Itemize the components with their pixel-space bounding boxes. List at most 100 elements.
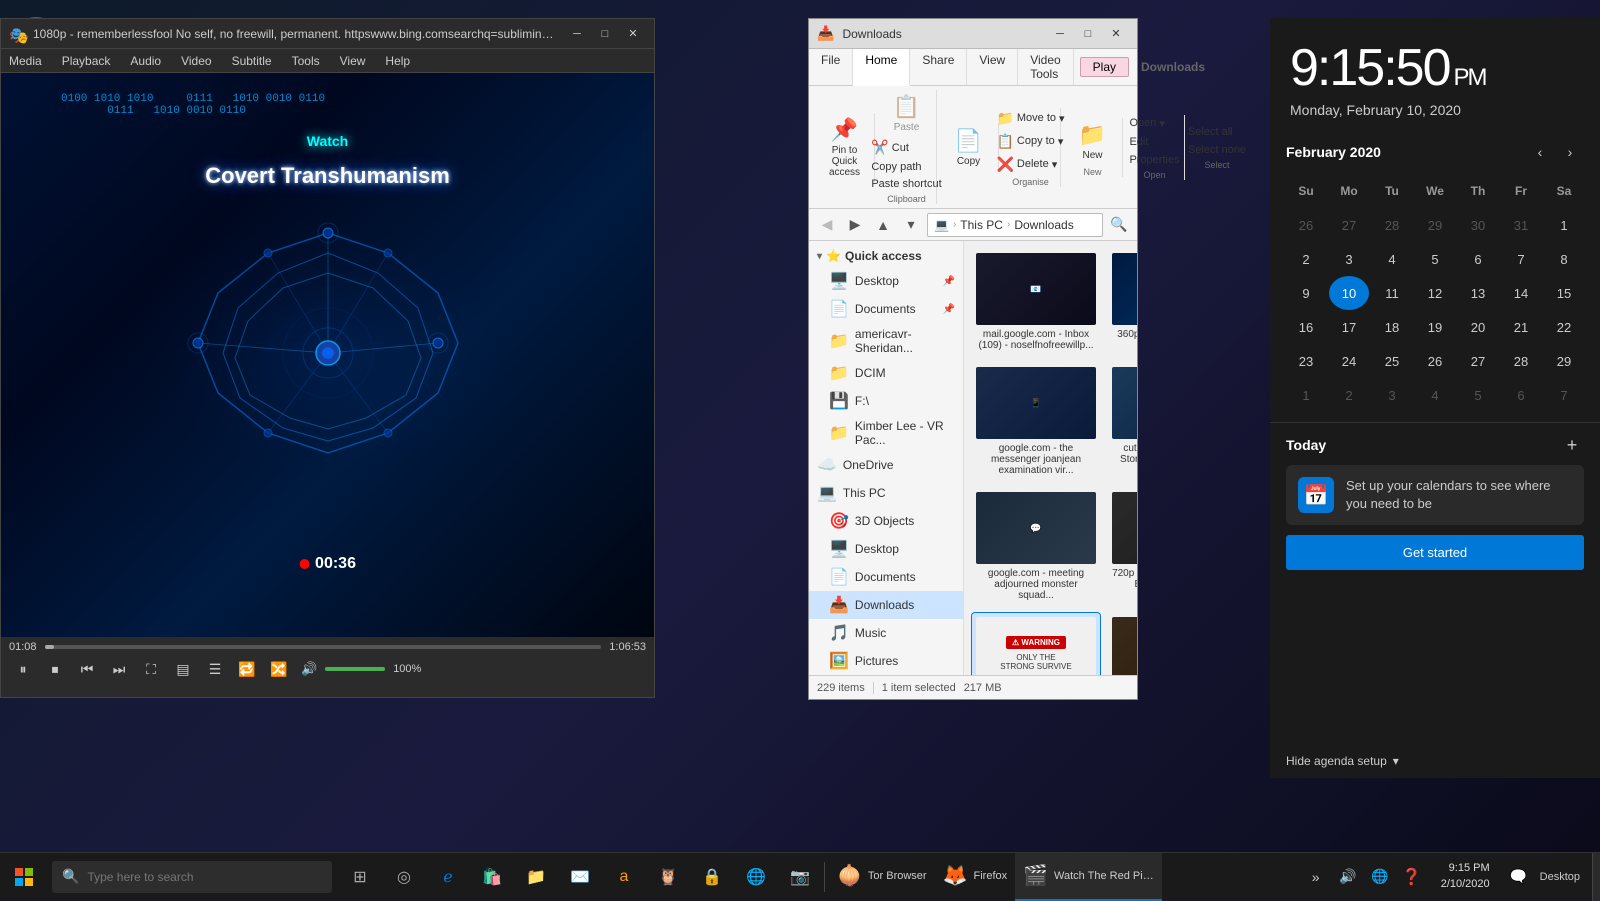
cal-day-11[interactable]: 11 <box>1372 276 1412 310</box>
content-item-3[interactable]: 🎭 cutscene Messenge... Story of J... Arc… <box>1108 363 1137 480</box>
taskbar-amazon[interactable]: a <box>604 857 644 897</box>
taskbar-search[interactable]: 🔍 <box>52 861 332 893</box>
vlc-volume-bar[interactable] <box>325 667 385 671</box>
content-item-4[interactable]: 💬 google.com - meeting adjourned monster… <box>972 488 1100 605</box>
cal-day-24[interactable]: 24 <box>1329 344 1369 378</box>
content-item-5[interactable]: 🎬 720p - Cin Man (18) CLIP - Bra Begs fo… <box>1108 488 1137 605</box>
cal-day-3c[interactable]: 3 <box>1372 378 1412 412</box>
vlc-progress-bar[interactable] <box>45 645 602 649</box>
sidebar-item-dcim[interactable]: 📁 DCIM <box>809 359 963 387</box>
sidebar-quickaccess-header[interactable]: ▾ ⭐ Quick access <box>809 245 963 267</box>
sidebar-item-3dobjects[interactable]: 🎯 3D Objects <box>809 507 963 535</box>
move-to-button[interactable]: 📁 Move to ▾ <box>992 108 1068 129</box>
taskbar-mail[interactable]: ✉️ <box>560 857 600 897</box>
sidebar-item-kimber[interactable]: 📁 Kimber Lee - VR Pac... <box>809 415 963 451</box>
copy-button[interactable]: 📄 Copy <box>947 124 991 171</box>
sidebar-item-thispc[interactable]: 💻 This PC <box>809 479 963 507</box>
vlc-menu-subtitle[interactable]: Subtitle <box>228 54 276 68</box>
taskbar-cortana[interactable]: ◎ <box>384 857 424 897</box>
explorer-close-button[interactable]: ✕ <box>1103 24 1129 44</box>
sidebar-item-music[interactable]: 🎵 Music <box>809 619 963 647</box>
cal-day-3[interactable]: 3 <box>1329 242 1369 276</box>
edit-button[interactable]: Edit <box>1125 134 1183 150</box>
show-desktop-button[interactable] <box>1592 853 1600 901</box>
pin-to-quick-access-button[interactable]: 📌 Pin to Quick access <box>819 113 870 182</box>
explorer-maximize-button[interactable]: □ <box>1075 24 1101 44</box>
cal-day-10-today[interactable]: 10 <box>1329 276 1369 310</box>
copy-to-button[interactable]: 📋 Copy to ▾ <box>992 131 1068 152</box>
content-item-6[interactable]: ⚠ WARNING ONLY THESTRONG SURVIVE 1080p -… <box>972 613 1100 675</box>
cal-day-17[interactable]: 17 <box>1329 310 1369 344</box>
delete-button[interactable]: ❌ Delete ▾ <box>992 154 1068 175</box>
vlc-extended-button[interactable]: ▤ <box>169 657 197 681</box>
sidebar-item-pictures[interactable]: 🖼️ Pictures <box>809 647 963 675</box>
cal-day-6[interactable]: 6 <box>1458 242 1498 276</box>
select-all-button[interactable]: Select all <box>1184 124 1250 140</box>
nav-recent-button[interactable]: ▾ <box>899 213 923 237</box>
ribbon-tab-videotools[interactable]: Video Tools <box>1018 49 1073 85</box>
ribbon-tab-home[interactable]: Home <box>853 49 910 86</box>
cal-day-8[interactable]: 8 <box>1544 242 1584 276</box>
cal-day-21[interactable]: 21 <box>1501 310 1541 344</box>
vlc-menu-audio[interactable]: Audio <box>126 54 165 68</box>
ribbon-tab-view[interactable]: View <box>967 49 1018 85</box>
cal-day-2c[interactable]: 2 <box>1329 378 1369 412</box>
cal-day-4[interactable]: 4 <box>1372 242 1412 276</box>
nav-back-button[interactable]: ◀ <box>815 213 839 237</box>
cut-button[interactable]: ✂️ Cut <box>867 137 945 158</box>
vlc-video-area[interactable]: 0100 1010 1010 0111 1010 0010 0110 0111 … <box>1 73 654 637</box>
content-item-2[interactable]: 📱 google.com - the messenger joanjean ex… <box>972 363 1100 480</box>
tray-volume-icon[interactable]: 🔊 <box>1333 862 1363 892</box>
taskbar-camera[interactable]: 📷 <box>780 857 820 897</box>
cal-day-5[interactable]: 5 <box>1415 242 1455 276</box>
cal-day-29b[interactable]: 29 <box>1544 344 1584 378</box>
cal-day-16[interactable]: 16 <box>1286 310 1326 344</box>
cal-day-1c[interactable]: 1 <box>1286 378 1326 412</box>
vlc-menu-tools[interactable]: Tools <box>288 54 324 68</box>
cal-day-26a[interactable]: 26 <box>1286 208 1326 242</box>
cal-day-18[interactable]: 18 <box>1372 310 1412 344</box>
new-button[interactable]: 📁 New <box>1071 118 1115 165</box>
cal-day-9[interactable]: 9 <box>1286 276 1326 310</box>
vlc-close-button[interactable]: ✕ <box>620 24 646 44</box>
start-button[interactable] <box>0 853 48 901</box>
taskbar-app-tor[interactable]: 🧅 Tor Browser <box>829 853 935 901</box>
taskbar-tripadvisor[interactable]: 🦉 <box>648 857 688 897</box>
calendar-next-button[interactable]: › <box>1556 138 1584 166</box>
address-bar[interactable]: 💻 › This PC › Downloads <box>927 213 1103 237</box>
cal-day-29a[interactable]: 29 <box>1415 208 1455 242</box>
cal-day-23[interactable]: 23 <box>1286 344 1326 378</box>
cal-day-2[interactable]: 2 <box>1286 242 1326 276</box>
taskbar-store[interactable]: 🛍️ <box>472 857 512 897</box>
taskbar-desktop-label[interactable]: Desktop <box>1540 871 1580 883</box>
vlc-loop-button[interactable]: 🔁 <box>233 657 261 681</box>
taskbar-browser[interactable]: 🌐 <box>736 857 776 897</box>
content-item-7[interactable]: 🎬 720p - On all time... CLIMAX... Presti… <box>1108 613 1137 675</box>
cal-day-5c[interactable]: 5 <box>1458 378 1498 412</box>
vlc-menu-playback[interactable]: Playback <box>58 54 115 68</box>
cal-day-28b[interactable]: 28 <box>1501 344 1541 378</box>
paste-shortcut-button[interactable]: Paste shortcut <box>867 176 945 192</box>
sidebar-item-documents2[interactable]: 📄 Documents <box>809 563 963 591</box>
sidebar-item-desktop[interactable]: 🖥️ Desktop 📌 <box>809 267 963 295</box>
ribbon-tab-file[interactable]: File <box>809 49 853 85</box>
cal-day-26b[interactable]: 26 <box>1415 344 1455 378</box>
vlc-next-button[interactable]: ⏭ <box>105 657 133 681</box>
taskbar-clock[interactable]: 9:15 PM 2/10/2020 <box>1433 861 1498 892</box>
cal-day-13[interactable]: 13 <box>1458 276 1498 310</box>
cal-day-14[interactable]: 14 <box>1501 276 1541 310</box>
cal-day-15[interactable]: 15 <box>1544 276 1584 310</box>
cal-day-12[interactable]: 12 <box>1415 276 1455 310</box>
paste-button[interactable]: 📋 Paste <box>885 90 929 137</box>
taskbar-search-input[interactable] <box>87 870 307 884</box>
tray-help-icon[interactable]: ❓ <box>1397 862 1427 892</box>
select-none-button[interactable]: Select none <box>1184 142 1250 158</box>
taskbar-app7[interactable]: 🔒 <box>692 857 732 897</box>
vlc-prev-button[interactable]: ⏮ <box>73 657 101 681</box>
vlc-menu-video[interactable]: Video <box>177 54 215 68</box>
nav-forward-button[interactable]: ▶ <box>843 213 867 237</box>
cal-day-20[interactable]: 20 <box>1458 310 1498 344</box>
vlc-minimize-button[interactable]: ─ <box>564 24 590 44</box>
taskbar-app-redpill[interactable]: 🎬 Watch The Red Pill 20... <box>1015 853 1162 901</box>
taskbar-notifications-button[interactable]: 🗨️ <box>1504 862 1534 892</box>
